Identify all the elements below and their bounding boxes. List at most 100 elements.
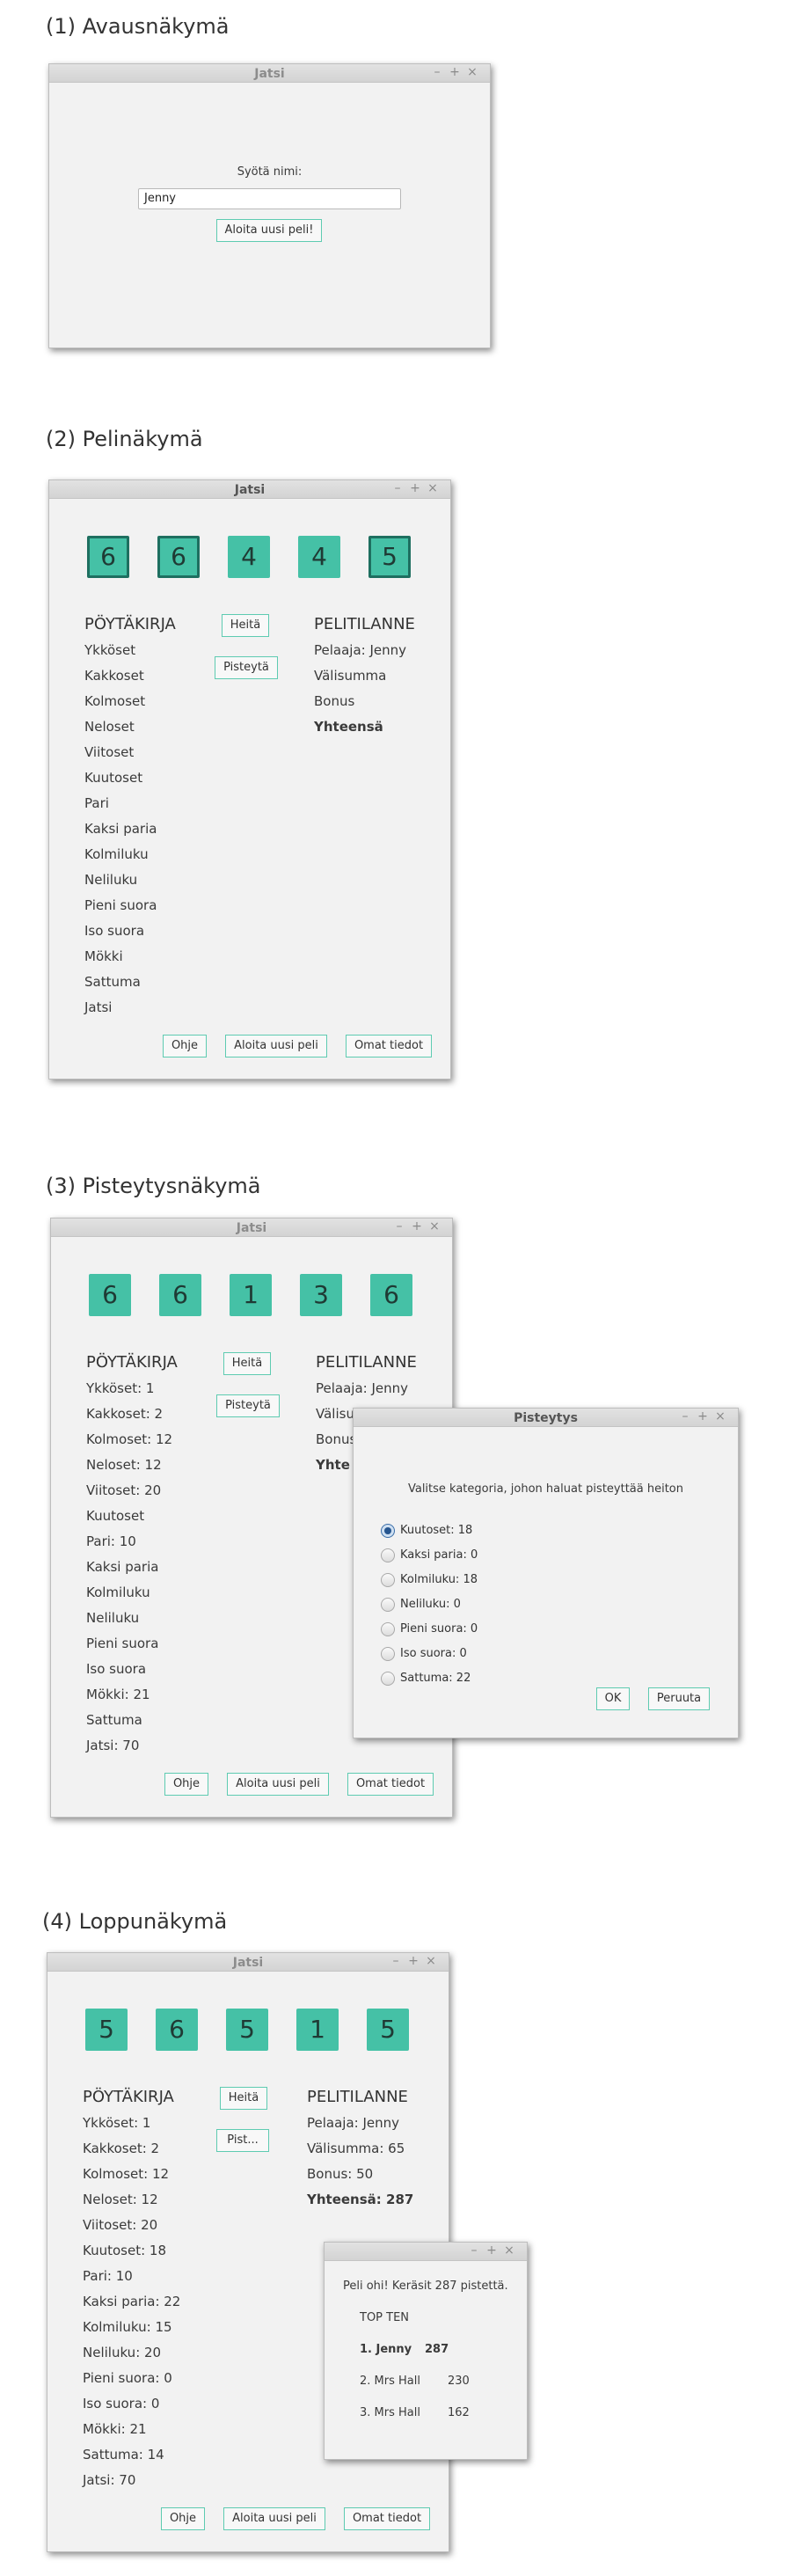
cancel-button[interactable]: Peruuta: [648, 1687, 710, 1710]
minimize-icon[interactable]: –: [467, 2243, 481, 2258]
maximize-icon[interactable]: +: [696, 1409, 710, 1423]
radio-option[interactable]: [381, 1573, 395, 1587]
maximize-icon[interactable]: +: [485, 2243, 499, 2258]
score-button[interactable]: Pist...: [216, 2129, 269, 2152]
die-2[interactable]: 6: [159, 1274, 201, 1316]
die-5[interactable]: 6: [370, 1274, 412, 1316]
game-over-message: Peli ohi! Keräsit 287 pistettä.: [343, 2280, 508, 2293]
radio-option-label[interactable]: Kolmiluku: 18: [400, 1573, 478, 1586]
radio-option[interactable]: [381, 1672, 395, 1686]
die-3[interactable]: 5: [226, 2009, 268, 2051]
category-item: Kaksi paria: 22: [83, 2294, 181, 2309]
new-game-button[interactable]: Aloita uusi peli: [223, 2507, 325, 2530]
player-name: Pelaaja: Jenny: [316, 1380, 409, 1396]
minimize-icon[interactable]: –: [392, 1219, 406, 1233]
category-item: Mökki: 21: [83, 2421, 147, 2437]
section-title-opening: (1) Avausnäkymä: [46, 14, 230, 39]
radio-option[interactable]: [381, 1548, 395, 1562]
category-item: Iso suora: 0: [83, 2396, 160, 2411]
radio-option-label[interactable]: Neliluku: 0: [400, 1598, 461, 1611]
maximize-icon[interactable]: +: [448, 65, 462, 79]
die-4[interactable]: 1: [296, 2009, 339, 2051]
radio-option-label[interactable]: Sattuma: 22: [400, 1672, 471, 1685]
help-button[interactable]: Ohje: [161, 2507, 205, 2530]
category-item: Neliluku: [86, 1610, 140, 1626]
roll-button[interactable]: Heitä: [220, 2087, 267, 2110]
category-item: Neliluku: 20: [83, 2345, 162, 2360]
category-item: Jatsi: [84, 999, 113, 1015]
section-title-scoring: (3) Pisteytysnäkymä: [46, 1174, 261, 1198]
die-5[interactable]: 5: [368, 536, 411, 578]
minimize-icon[interactable]: –: [390, 481, 405, 495]
category-item: Kakkoset: 2: [86, 1406, 164, 1422]
my-info-button[interactable]: Omat tiedot: [344, 2507, 430, 2530]
help-button[interactable]: Ohje: [163, 1035, 207, 1057]
category-item: Kolmiluku: [84, 846, 149, 862]
roll-button[interactable]: Heitä: [223, 1352, 271, 1375]
highscore-score: 230: [448, 2375, 470, 2388]
minimize-icon[interactable]: –: [430, 65, 444, 79]
close-icon[interactable]: ×: [427, 1219, 441, 1233]
minimize-icon[interactable]: –: [389, 1954, 403, 1968]
category-item: Ykköset: 1: [86, 1380, 155, 1396]
bonus: Bonus: 50: [307, 2166, 374, 2182]
radio-option-label[interactable]: Kuutoset: 18: [400, 1524, 472, 1537]
category-item: Kolmiluku: 15: [83, 2319, 172, 2335]
score-button[interactable]: Pisteytä: [216, 1394, 280, 1417]
close-icon[interactable]: ×: [424, 1954, 438, 1968]
die-1[interactable]: 6: [89, 1274, 131, 1316]
status-title: PELITILANNE: [314, 615, 415, 633]
bonus: Bonus: [316, 1431, 357, 1447]
category-item: Kuutoset: [84, 770, 143, 786]
category-item: Sattuma: [84, 974, 141, 990]
new-game-button[interactable]: Aloita uusi peli: [225, 1035, 327, 1057]
category-item: Mökki: [84, 948, 123, 964]
my-info-button[interactable]: Omat tiedot: [346, 1035, 432, 1057]
radio-option[interactable]: [381, 1622, 395, 1636]
die-4[interactable]: 4: [298, 536, 340, 578]
die-1[interactable]: 6: [87, 536, 129, 578]
die-2[interactable]: 6: [156, 2009, 198, 2051]
ok-button[interactable]: OK: [596, 1687, 630, 1710]
close-icon[interactable]: ×: [465, 65, 479, 79]
radio-option[interactable]: [381, 1598, 395, 1612]
category-item: Pari: [84, 795, 109, 811]
close-icon[interactable]: ×: [502, 2243, 516, 2258]
close-icon[interactable]: ×: [426, 481, 440, 495]
maximize-icon[interactable]: +: [408, 481, 422, 495]
category-item: Neloset: 12: [86, 1457, 162, 1473]
category-item: Mökki: 21: [86, 1687, 150, 1702]
die-3[interactable]: 4: [228, 536, 270, 578]
die-5[interactable]: 5: [367, 2009, 409, 2051]
new-game-button[interactable]: Aloita uusi peli: [227, 1773, 329, 1796]
score-button[interactable]: Pisteytä: [215, 656, 278, 679]
name-input[interactable]: Jenny: [138, 188, 401, 209]
help-button[interactable]: Ohje: [164, 1773, 208, 1796]
start-new-game-button[interactable]: Aloita uusi peli!: [216, 219, 322, 242]
maximize-icon[interactable]: +: [406, 1954, 420, 1968]
die-3[interactable]: 1: [230, 1274, 272, 1316]
radio-option-label[interactable]: Pieni suora: 0: [400, 1622, 478, 1636]
bonus: Bonus: [314, 693, 355, 709]
status-title: PELITILANNE: [316, 1353, 417, 1372]
close-icon[interactable]: ×: [713, 1409, 727, 1423]
radio-option-label[interactable]: Kaksi paria: 0: [400, 1548, 478, 1562]
radio-option-label[interactable]: Iso suora: 0: [400, 1647, 467, 1660]
roll-button[interactable]: Heitä: [222, 614, 269, 637]
radio-option[interactable]: [381, 1647, 395, 1661]
maximize-icon[interactable]: +: [410, 1219, 424, 1233]
minimize-icon[interactable]: –: [678, 1409, 692, 1423]
category-item: Kuutoset: [86, 1508, 145, 1524]
radio-option[interactable]: [381, 1524, 395, 1538]
window-title: Jatsi: [254, 67, 285, 81]
my-info-button[interactable]: Omat tiedot: [347, 1773, 434, 1796]
die-1[interactable]: 5: [85, 2009, 128, 2051]
category-item: Kolmoset: 12: [86, 1431, 173, 1447]
category-item: Pari: 10: [83, 2268, 133, 2284]
subtotal: Välisumma: [314, 668, 387, 684]
die-4[interactable]: 3: [300, 1274, 342, 1316]
player-name: Pelaaja: Jenny: [314, 642, 407, 658]
die-2[interactable]: 6: [157, 536, 200, 578]
highscore-name: 3. Mrs Hall: [360, 2406, 420, 2419]
total: Yhte: [316, 1457, 350, 1473]
